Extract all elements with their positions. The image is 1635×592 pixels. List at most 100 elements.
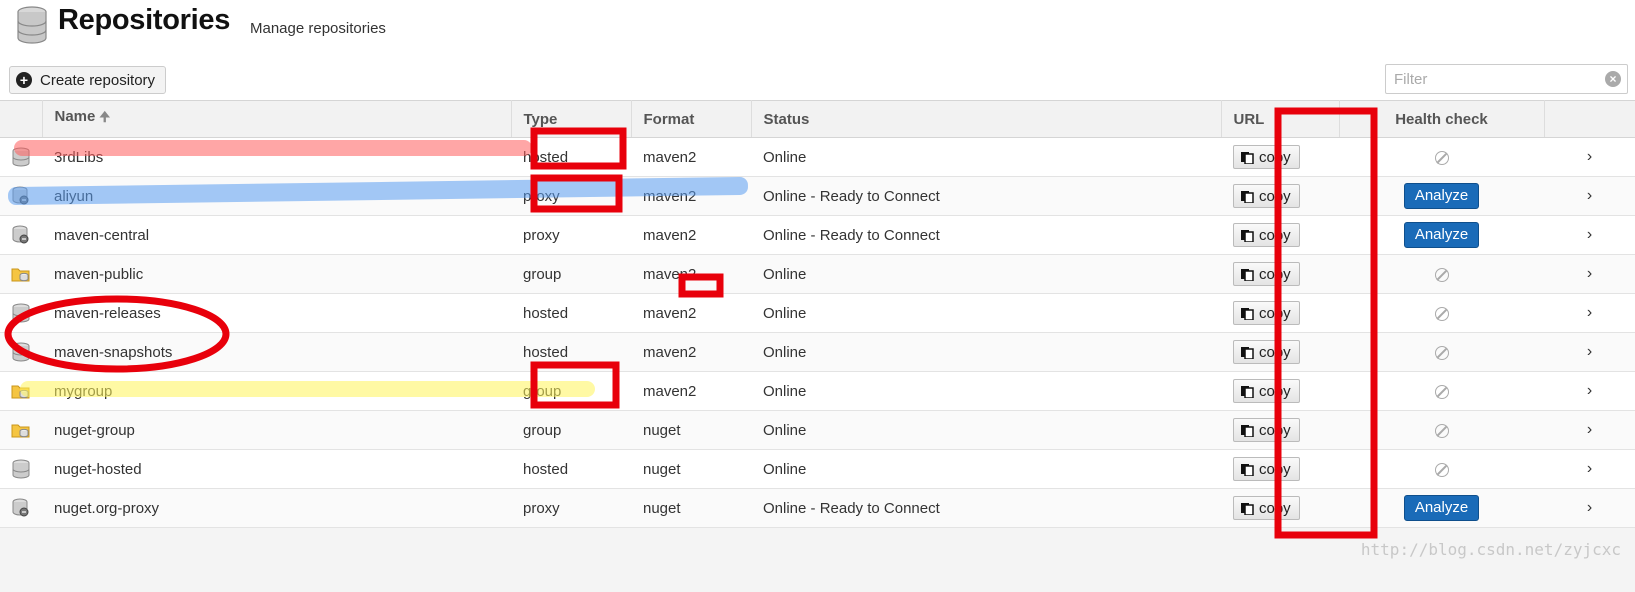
repo-type: group bbox=[523, 382, 562, 400]
repo-type: proxy bbox=[523, 187, 560, 205]
watermark-text: http://blog.csdn.net/zyjcxc bbox=[1360, 540, 1621, 559]
database-icon bbox=[17, 6, 47, 44]
proxy-db-icon bbox=[11, 498, 31, 518]
repo-format: maven2 bbox=[643, 304, 697, 322]
copy-url-button[interactable]: copy bbox=[1233, 457, 1300, 481]
proxy-db-icon bbox=[11, 186, 31, 206]
repo-icon-cell bbox=[0, 450, 42, 489]
chevron-right-icon[interactable]: › bbox=[1544, 138, 1635, 177]
filter-field[interactable]: × bbox=[1385, 64, 1628, 94]
repo-status: Online bbox=[763, 304, 807, 322]
chevron-right-icon[interactable]: › bbox=[1544, 411, 1635, 450]
repo-format: nuget bbox=[643, 460, 681, 478]
url-column-header[interactable]: URL bbox=[1221, 100, 1340, 138]
table-row[interactable]: maven-snapshots hosted maven2 Online cop… bbox=[0, 332, 1635, 372]
repo-name[interactable]: maven-snapshots bbox=[42, 333, 511, 372]
repo-status: Online bbox=[763, 148, 807, 166]
repo-name[interactable]: nuget-group bbox=[42, 411, 511, 450]
table-row[interactable]: maven-public group maven2 Online copy › bbox=[0, 254, 1635, 294]
repo-name[interactable]: maven-central bbox=[42, 216, 511, 255]
copy-url-button[interactable]: copy bbox=[1233, 418, 1300, 442]
chevron-right-icon[interactable]: › bbox=[1544, 216, 1635, 255]
table-row[interactable]: nuget-group group nuget Online copy › bbox=[0, 410, 1635, 450]
copy-icon bbox=[1241, 230, 1254, 242]
group-folder-icon bbox=[11, 420, 31, 440]
table-row[interactable]: aliyun proxy maven2 Online - Ready to Co… bbox=[0, 176, 1635, 216]
repo-status: Online bbox=[763, 460, 807, 478]
create-repository-button[interactable]: + Create repository bbox=[9, 66, 167, 94]
copy-url-button[interactable]: copy bbox=[1233, 340, 1300, 364]
health-check-cell bbox=[1339, 372, 1544, 411]
hosted-db-icon bbox=[11, 303, 31, 323]
repo-status: Online - Ready to Connect bbox=[763, 226, 940, 244]
table-row[interactable]: maven-releases hosted maven2 Online copy… bbox=[0, 294, 1635, 333]
repo-url-cell: copy bbox=[1221, 489, 1339, 528]
table-row[interactable]: maven-central proxy maven2 Online - Read… bbox=[0, 216, 1635, 255]
health-check-cell bbox=[1339, 411, 1544, 450]
repo-url-cell: copy bbox=[1221, 372, 1339, 411]
copy-url-button[interactable]: copy bbox=[1233, 223, 1300, 247]
repo-url-cell: copy bbox=[1221, 255, 1339, 294]
chevron-right-icon[interactable]: › bbox=[1544, 450, 1635, 489]
repo-icon-cell bbox=[0, 177, 42, 216]
repo-url-cell: copy bbox=[1221, 294, 1339, 333]
repo-format: maven2 bbox=[643, 148, 697, 166]
analyze-button[interactable]: Analyze bbox=[1403, 495, 1480, 521]
copy-url-button[interactable]: copy bbox=[1233, 145, 1300, 169]
repo-name[interactable]: mygroup bbox=[42, 372, 511, 411]
repo-icon-cell bbox=[0, 138, 42, 177]
status-column-header[interactable]: Status bbox=[751, 100, 1222, 138]
repo-type: proxy bbox=[523, 499, 560, 517]
copy-url-button[interactable]: copy bbox=[1233, 379, 1300, 403]
repo-format: maven2 bbox=[643, 382, 697, 400]
table-row[interactable]: mygroup group maven2 Online copy › bbox=[0, 372, 1635, 411]
name-column-header[interactable]: Name 🠉 bbox=[42, 100, 512, 138]
repo-type: hosted bbox=[523, 304, 569, 322]
format-column-header[interactable]: Format bbox=[631, 100, 752, 138]
chevron-right-icon[interactable]: › bbox=[1544, 333, 1635, 372]
health-check-cell bbox=[1339, 138, 1544, 177]
copy-url-button[interactable]: copy bbox=[1233, 496, 1300, 520]
repo-format: maven2 bbox=[643, 226, 697, 244]
repo-status: Online - Ready to Connect bbox=[763, 499, 940, 517]
repo-icon-cell bbox=[0, 489, 42, 528]
proxy-db-icon bbox=[11, 225, 31, 245]
copy-icon bbox=[1241, 308, 1254, 320]
repo-name[interactable]: maven-public bbox=[42, 255, 511, 294]
chevron-right-icon[interactable]: › bbox=[1544, 177, 1635, 216]
copy-icon bbox=[1241, 152, 1254, 164]
table-row[interactable]: nuget-hosted hosted nuget Online copy › bbox=[0, 450, 1635, 489]
filter-input[interactable] bbox=[1386, 65, 1602, 93]
chevron-right-icon[interactable]: › bbox=[1544, 489, 1635, 528]
repo-type: hosted bbox=[523, 343, 569, 361]
clear-filter-icon[interactable]: × bbox=[1605, 71, 1621, 87]
analyze-button[interactable]: Analyze bbox=[1403, 183, 1480, 209]
repo-icon-cell bbox=[0, 255, 42, 294]
repo-name[interactable]: nuget.org-proxy bbox=[42, 489, 511, 528]
table-row[interactable]: 3rdLibs hosted maven2 Online copy › bbox=[0, 138, 1635, 177]
chevron-right-icon[interactable]: › bbox=[1544, 255, 1635, 294]
health-check-column-header[interactable]: Health check bbox=[1339, 100, 1545, 138]
table-row[interactable]: nuget.org-proxy proxy nuget Online - Rea… bbox=[0, 488, 1635, 528]
group-folder-icon bbox=[11, 264, 31, 284]
page-title: Repositories bbox=[58, 4, 231, 36]
repo-format: maven2 bbox=[643, 187, 697, 205]
repo-status: Online bbox=[763, 421, 807, 439]
chevron-right-icon[interactable]: › bbox=[1544, 294, 1635, 333]
repo-name[interactable]: maven-releases bbox=[42, 294, 511, 333]
chevron-right-icon[interactable]: › bbox=[1544, 372, 1635, 411]
type-column-header[interactable]: Type bbox=[511, 100, 632, 138]
copy-url-button[interactable]: copy bbox=[1233, 301, 1300, 325]
copy-icon bbox=[1241, 269, 1254, 281]
repo-name[interactable]: 3rdLibs bbox=[42, 138, 511, 177]
repo-format: nuget bbox=[643, 499, 681, 517]
repo-name[interactable]: aliyun bbox=[42, 177, 511, 216]
not-available-icon bbox=[1434, 345, 1449, 360]
repo-name[interactable]: nuget-hosted bbox=[42, 450, 511, 489]
icon-column-header bbox=[0, 100, 43, 138]
copy-url-button[interactable]: copy bbox=[1233, 262, 1300, 286]
hosted-db-icon bbox=[11, 342, 31, 362]
analyze-button[interactable]: Analyze bbox=[1403, 222, 1480, 248]
page-header: Repositories Manage repositories + Creat… bbox=[0, 0, 1635, 100]
copy-url-button[interactable]: copy bbox=[1233, 184, 1300, 208]
